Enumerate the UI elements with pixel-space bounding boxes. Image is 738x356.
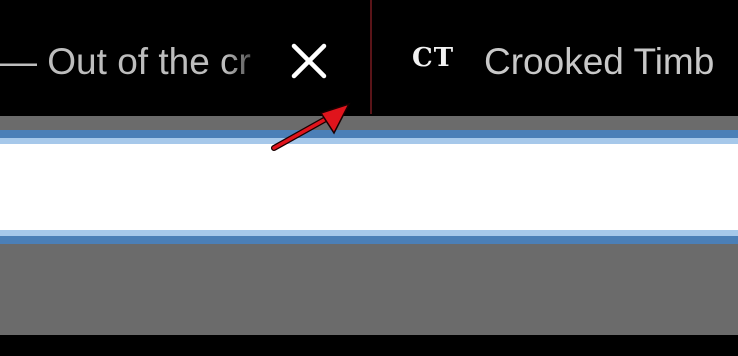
crooked-timber-favicon-icon: CT	[412, 43, 455, 73]
tab-title: Crooked Timb	[484, 41, 715, 82]
close-icon-glyph	[291, 43, 327, 79]
tab-bar: — Out of the cr CT Crooked Timb	[0, 0, 738, 116]
close-icon[interactable]	[287, 39, 331, 83]
tab-out-of-the-crooked[interactable]: — Out of the cr	[0, 0, 370, 116]
tab-title: — Out of the cr	[0, 41, 251, 82]
bottom-strip	[0, 335, 738, 356]
url-bar-input[interactable]	[0, 144, 738, 230]
tab-crooked-timber[interactable]: CT Crooked Timb	[372, 0, 738, 116]
